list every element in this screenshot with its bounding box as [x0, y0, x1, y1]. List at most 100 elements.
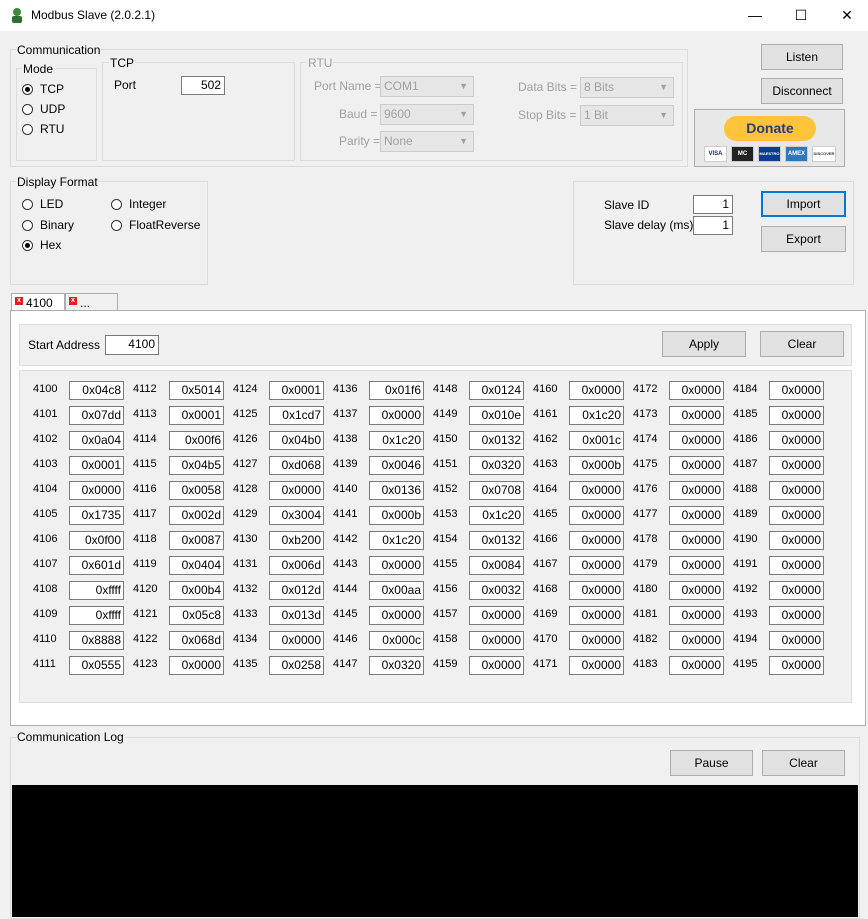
register-value-input[interactable]: 0x0000	[669, 381, 724, 400]
close-button[interactable]: ✕	[824, 0, 868, 31]
register-value-input[interactable]: 0x0000	[769, 656, 824, 675]
port-name-select[interactable]: COM1 ▼	[380, 76, 474, 97]
stop-bits-select[interactable]: 1 Bit ▼	[580, 105, 674, 126]
register-value-input[interactable]: 0x0000	[769, 581, 824, 600]
donate-panel[interactable]: Donate VISA MC MAESTRO AMEX DISCOVER	[694, 109, 845, 167]
register-value-input[interactable]: 0x00b4	[169, 581, 224, 600]
register-value-input[interactable]: 0x000b	[369, 506, 424, 525]
tab-more[interactable]: x ...	[65, 293, 118, 311]
register-value-input[interactable]: 0x010e	[469, 406, 524, 425]
minimize-button[interactable]: —	[732, 0, 778, 31]
register-value-input[interactable]: 0x04c8	[69, 381, 124, 400]
register-value-input[interactable]: 0x0320	[469, 456, 524, 475]
register-value-input[interactable]: 0x0320	[369, 656, 424, 675]
register-value-input[interactable]: 0x0001	[169, 406, 224, 425]
listen-button[interactable]: Listen	[761, 44, 843, 70]
mode-udp-radio[interactable]	[22, 104, 33, 115]
start-address-input[interactable]: 4100	[105, 335, 159, 355]
register-value-input[interactable]: 0x8888	[69, 631, 124, 650]
register-value-input[interactable]: 0x0000	[769, 631, 824, 650]
register-value-input[interactable]: 0xb200	[269, 531, 324, 550]
register-value-input[interactable]: 0x0000	[269, 631, 324, 650]
register-value-input[interactable]: 0x006d	[269, 556, 324, 575]
register-value-input[interactable]: 0x0001	[269, 381, 324, 400]
register-value-input[interactable]: 0x013d	[269, 606, 324, 625]
register-value-input[interactable]: 0x0000	[769, 481, 824, 500]
register-value-input[interactable]: 0x068d	[169, 631, 224, 650]
register-value-input[interactable]: 0x0000	[369, 606, 424, 625]
baud-select[interactable]: 9600 ▼	[380, 104, 474, 125]
register-value-input[interactable]: 0x0404	[169, 556, 224, 575]
register-value-input[interactable]: 0x04b0	[269, 431, 324, 450]
register-value-input[interactable]: 0x0136	[369, 481, 424, 500]
register-value-input[interactable]: 0x0000	[669, 581, 724, 600]
donate-button[interactable]: Donate	[724, 116, 816, 141]
register-value-input[interactable]: 0x0000	[369, 556, 424, 575]
format-floatreverse-radio[interactable]	[111, 220, 122, 231]
register-value-input[interactable]: 0x0000	[569, 581, 624, 600]
register-value-input[interactable]: 0x0000	[569, 531, 624, 550]
register-value-input[interactable]: 0x0000	[669, 456, 724, 475]
register-value-input[interactable]: 0x0124	[469, 381, 524, 400]
register-value-input[interactable]: 0x0a04	[69, 431, 124, 450]
register-value-input[interactable]: 0x0000	[469, 631, 524, 650]
register-value-input[interactable]: 0x012d	[269, 581, 324, 600]
register-value-input[interactable]: 0x0000	[769, 556, 824, 575]
register-value-input[interactable]: 0x05c8	[169, 606, 224, 625]
register-value-input[interactable]: 0x002d	[169, 506, 224, 525]
register-value-input[interactable]: 0xd068	[269, 456, 324, 475]
register-value-input[interactable]: 0x04b5	[169, 456, 224, 475]
format-led-radio[interactable]	[22, 199, 33, 210]
format-hex-radio[interactable]	[22, 240, 33, 251]
register-value-input[interactable]: 0x0258	[269, 656, 324, 675]
data-bits-select[interactable]: 8 Bits ▼	[580, 77, 674, 98]
register-value-input[interactable]: 0x0000	[69, 481, 124, 500]
register-value-input[interactable]: 0x0000	[769, 531, 824, 550]
format-binary-radio[interactable]	[22, 220, 33, 231]
disconnect-button[interactable]: Disconnect	[761, 78, 843, 104]
register-value-input[interactable]: 0xffff	[69, 581, 124, 600]
register-value-input[interactable]: 0x1735	[69, 506, 124, 525]
register-value-input[interactable]: 0x07dd	[69, 406, 124, 425]
register-value-input[interactable]: 0x0000	[469, 606, 524, 625]
register-value-input[interactable]: 0x1c20	[369, 431, 424, 450]
register-value-input[interactable]: 0x0000	[769, 406, 824, 425]
register-value-input[interactable]: 0x0000	[469, 656, 524, 675]
register-value-input[interactable]: 0x0000	[769, 606, 824, 625]
register-value-input[interactable]: 0x0132	[469, 531, 524, 550]
register-value-input[interactable]: 0x0000	[769, 456, 824, 475]
register-value-input[interactable]: 0x0132	[469, 431, 524, 450]
register-value-input[interactable]: 0x0000	[669, 531, 724, 550]
tab-4100[interactable]: x 4100	[11, 293, 65, 311]
register-value-input[interactable]: 0x1cd7	[269, 406, 324, 425]
mode-tcp-radio[interactable]	[22, 84, 33, 95]
slave-delay-input[interactable]: 1	[693, 216, 733, 235]
register-value-input[interactable]: 0x0000	[669, 631, 724, 650]
register-value-input[interactable]: 0x0084	[469, 556, 524, 575]
comm-log-output[interactable]	[12, 785, 858, 917]
register-value-input[interactable]: 0x0000	[569, 606, 624, 625]
register-value-input[interactable]: 0x1c20	[569, 406, 624, 425]
register-value-input[interactable]: 0x001c	[569, 431, 624, 450]
register-value-input[interactable]: 0xffff	[69, 606, 124, 625]
register-value-input[interactable]: 0x0000	[169, 656, 224, 675]
register-value-input[interactable]: 0x5014	[169, 381, 224, 400]
close-icon[interactable]: x	[69, 297, 77, 305]
register-value-input[interactable]: 0x0000	[269, 481, 324, 500]
slave-id-input[interactable]: 1	[693, 195, 733, 214]
register-value-input[interactable]: 0x0708	[469, 481, 524, 500]
register-value-input[interactable]: 0x0000	[669, 506, 724, 525]
register-value-input[interactable]: 0x0000	[569, 656, 624, 675]
register-value-input[interactable]: 0x0000	[669, 656, 724, 675]
apply-button[interactable]: Apply	[662, 331, 746, 357]
register-value-input[interactable]: 0x0000	[669, 556, 724, 575]
register-value-input[interactable]: 0x0000	[569, 381, 624, 400]
register-value-input[interactable]: 0x0000	[769, 431, 824, 450]
register-value-input[interactable]: 0x0000	[569, 631, 624, 650]
register-value-input[interactable]: 0x00f6	[169, 431, 224, 450]
register-value-input[interactable]: 0x0000	[569, 506, 624, 525]
register-value-input[interactable]: 0x3004	[269, 506, 324, 525]
register-value-input[interactable]: 0x1c20	[469, 506, 524, 525]
register-value-input[interactable]: 0x01f6	[369, 381, 424, 400]
import-button[interactable]: Import	[761, 191, 846, 217]
